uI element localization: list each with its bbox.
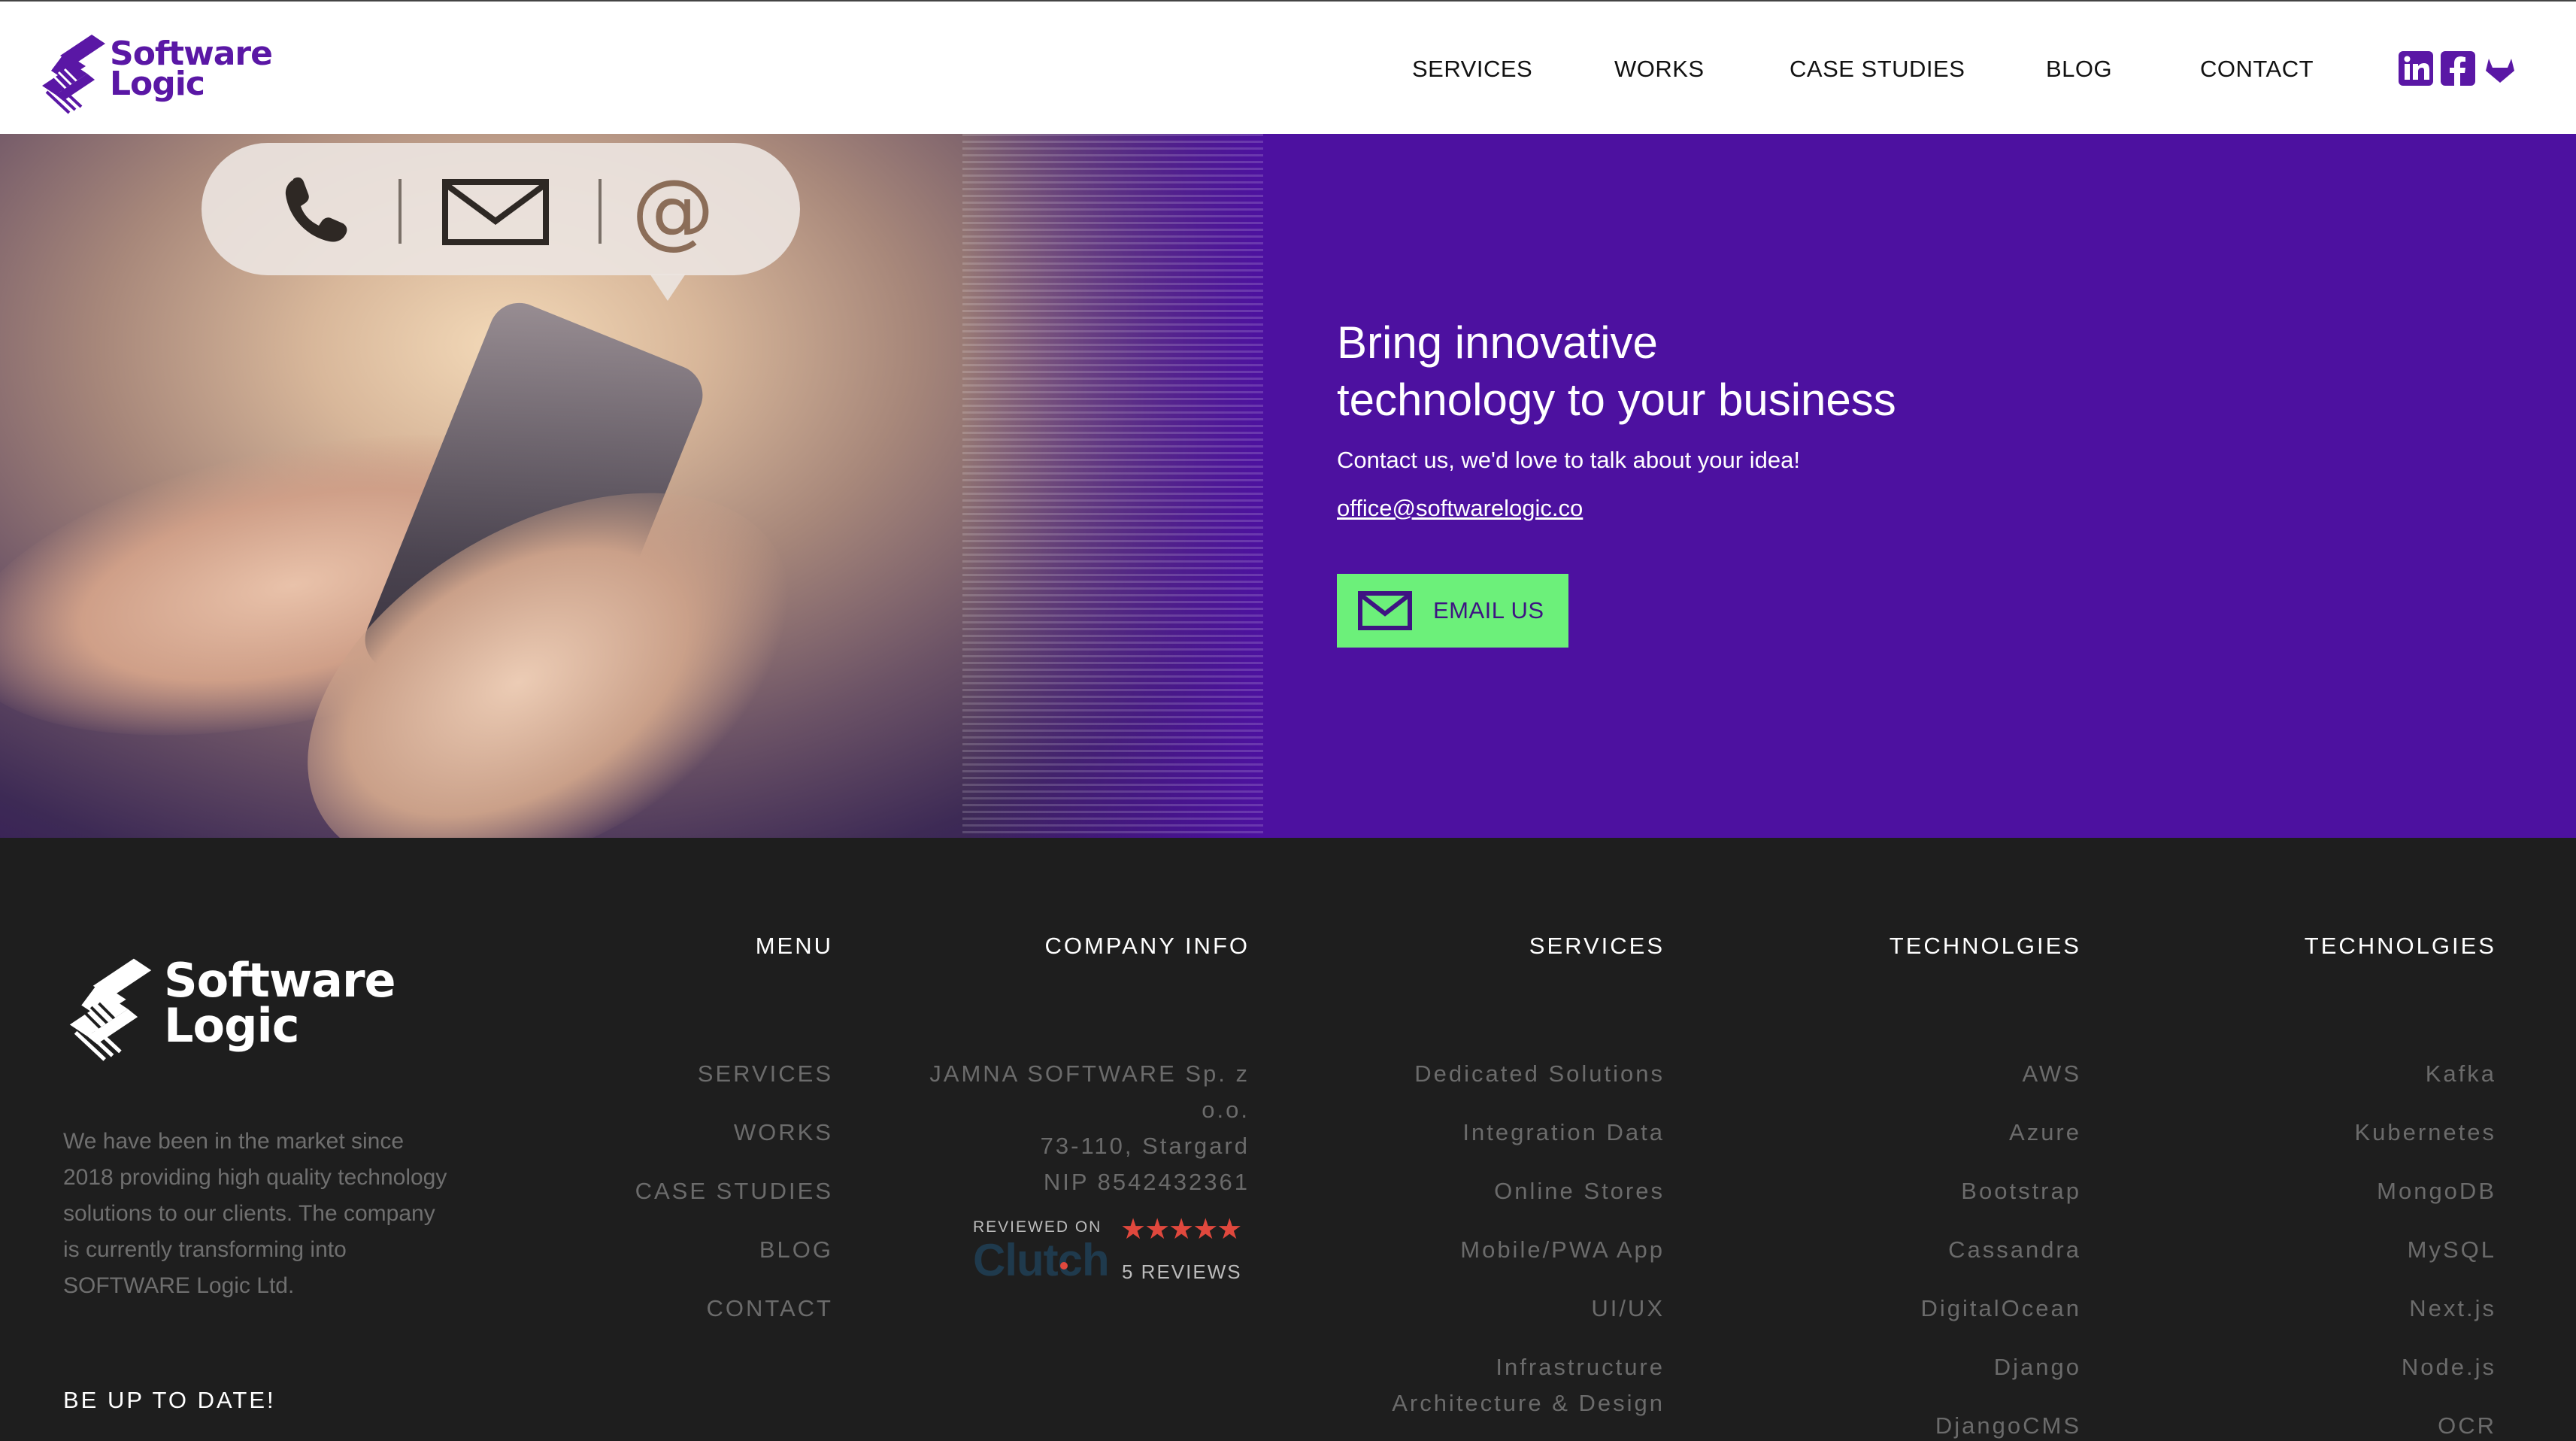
newsletter-title: BE UP TO DATE! bbox=[63, 1387, 276, 1413]
facebook-icon[interactable] bbox=[2441, 51, 2475, 86]
email-us-label: EMAIL US bbox=[1433, 597, 1544, 623]
menu-heading: MENU bbox=[755, 933, 833, 959]
hero-photo: @ bbox=[0, 134, 1263, 838]
footer-logo[interactable]: Software Logic bbox=[69, 943, 396, 1063]
footer-tech-item[interactable]: DjangoCMS bbox=[1935, 1408, 2081, 1441]
footer-menu-item[interactable]: CONTACT bbox=[706, 1291, 833, 1327]
footer-tech-item[interactable]: Next.js bbox=[2409, 1291, 2496, 1327]
footer-tech-item[interactable]: AWS bbox=[2023, 1056, 2081, 1092]
footer-menu-item[interactable]: WORKS bbox=[734, 1115, 833, 1151]
footer-tech-item[interactable]: Kubernetes bbox=[2354, 1115, 2496, 1151]
gitlab-icon[interactable] bbox=[2483, 51, 2517, 86]
main-nav: SERVICES WORKS CASE STUDIES BLOG CONTACT bbox=[0, 53, 2576, 86]
separator bbox=[399, 179, 402, 244]
footer-service-item[interactable]: Mobile/PWA App bbox=[1460, 1232, 1665, 1268]
footer-service-item[interactable]: UI/UX bbox=[1591, 1291, 1665, 1327]
footer-service-item[interactable]: Online Stores bbox=[1494, 1173, 1665, 1209]
company-name: JAMNA SOFTWARE Sp. z bbox=[929, 1060, 1250, 1087]
envelope-icon bbox=[1358, 591, 1412, 630]
footer-logo-text: Software Logic bbox=[164, 953, 396, 1053]
technologies-heading-2: TECHNOLGIES bbox=[2304, 933, 2496, 959]
technologies-heading: TECHNOLGIES bbox=[1889, 933, 2081, 959]
footer-menu-item[interactable]: SERVICES bbox=[698, 1056, 833, 1092]
stripe-overlay bbox=[962, 134, 1263, 838]
footer-menu-item[interactable]: BLOG bbox=[759, 1232, 833, 1268]
email-us-button[interactable]: EMAIL US bbox=[1337, 574, 1568, 648]
footer-logo-line1: Software bbox=[164, 953, 396, 1008]
footer-tech-item[interactable]: MongoDB bbox=[2377, 1173, 2496, 1209]
hero-section: @ Bring innovative technology to your bu… bbox=[0, 134, 2576, 838]
footer-service-item[interactable]: Architecture & Design bbox=[1392, 1385, 1665, 1421]
about-text: We have been in the market since 2018 pr… bbox=[63, 1129, 447, 1298]
nav-contact[interactable]: CONTACT bbox=[2200, 53, 2314, 86]
footer-tech-item[interactable]: OCR bbox=[2438, 1408, 2496, 1441]
footer-logo-line2: Logic bbox=[164, 998, 299, 1053]
company-name-suffix: o.o. bbox=[1202, 1097, 1250, 1123]
footer-tech-item[interactable]: DigitalOcean bbox=[1921, 1291, 2081, 1327]
footer-menu-item[interactable]: CASE STUDIES bbox=[635, 1173, 833, 1209]
nav-services[interactable]: SERVICES bbox=[1412, 53, 1532, 86]
linkedin-icon[interactable] bbox=[2399, 51, 2433, 86]
speech-bubble: @ bbox=[202, 143, 800, 275]
speech-bubble-tail bbox=[650, 274, 686, 301]
clutch-dot bbox=[1060, 1262, 1068, 1270]
company-address: 73-110, Stargard bbox=[1040, 1133, 1250, 1159]
company-info-heading: COMPANY INFO bbox=[1044, 933, 1250, 959]
nav-blog[interactable]: BLOG bbox=[2046, 53, 2112, 86]
services-heading: SERVICES bbox=[1529, 933, 1665, 959]
footer-tech-item[interactable]: Node.js bbox=[2402, 1349, 2496, 1385]
footer-tech-item[interactable]: Kafka bbox=[2426, 1056, 2496, 1092]
footer-tech-item[interactable]: Bootstrap bbox=[1961, 1173, 2081, 1209]
hero-title-line1: Bring innovative bbox=[1337, 317, 1658, 368]
hero-title: Bring innovative technology to your busi… bbox=[1337, 314, 2089, 429]
footer-tech-item[interactable]: Django bbox=[1994, 1349, 2081, 1385]
footer-tech-item[interactable]: MySQL bbox=[2408, 1232, 2496, 1268]
hero-title-line2: technology to your business bbox=[1337, 375, 1896, 425]
clutch-reviewed-on: REVIEWED ON bbox=[973, 1218, 1102, 1236]
email-link[interactable]: office@softwarelogic.co bbox=[1337, 492, 1583, 525]
footer-service-item[interactable]: Integration Data bbox=[1462, 1115, 1665, 1151]
footer-tech-item[interactable]: Azure bbox=[2009, 1115, 2081, 1151]
hero-subtitle: Contact us, we'd love to talk about your… bbox=[1337, 447, 1800, 473]
envelope-icon bbox=[442, 179, 549, 245]
site-footer: Software Logic We have been in the marke… bbox=[0, 838, 2576, 1441]
company-nip: NIP 8542432361 bbox=[1043, 1169, 1250, 1195]
site-header: Software Logic SERVICES WORKS CASE STUDI… bbox=[0, 0, 2576, 134]
phone-icon bbox=[285, 177, 347, 242]
clutch-logo: Clutch bbox=[973, 1235, 1110, 1285]
footer-tech-item[interactable]: Cassandra bbox=[1948, 1232, 2081, 1268]
rating-stars-icon: ★★★★★ bbox=[1120, 1214, 1242, 1245]
nav-case-studies[interactable]: CASE STUDIES bbox=[1790, 53, 1965, 86]
at-sign-icon: @ bbox=[632, 162, 714, 258]
footer-service-item[interactable]: Infrastructure bbox=[1496, 1349, 1665, 1385]
footer-service-item[interactable]: Dedicated Solutions bbox=[1414, 1056, 1665, 1092]
separator bbox=[599, 179, 602, 244]
clutch-review-count: 5 REVIEWS bbox=[1122, 1260, 1242, 1283]
nav-works[interactable]: WORKS bbox=[1614, 53, 1705, 86]
logo-mark-icon bbox=[69, 943, 152, 1061]
clutch-reviews-badge[interactable]: REVIEWED ON Clutch ★★★★★ 5 REVIEWS bbox=[973, 1214, 1259, 1291]
